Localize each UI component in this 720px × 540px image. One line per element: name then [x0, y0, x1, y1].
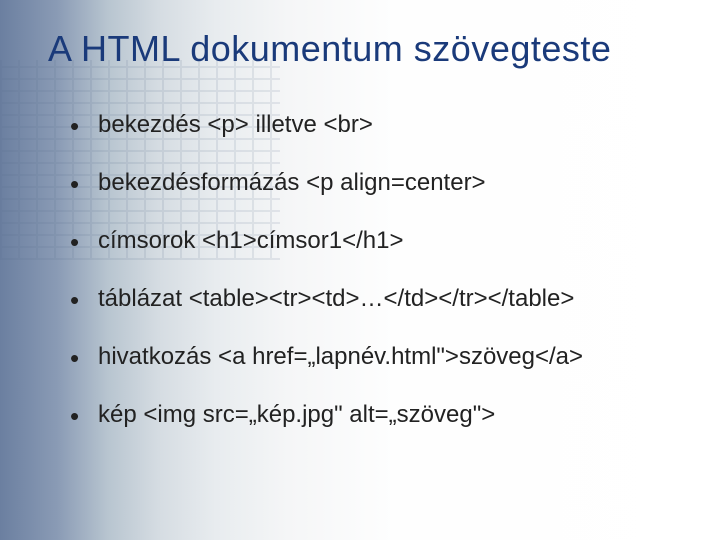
slide-container: A HTML dokumentum szövegteste bekezdés <…: [0, 0, 720, 540]
list-item: címsorok <h1>címsor1</h1>: [70, 226, 690, 256]
slide-title: A HTML dokumentum szövegteste: [48, 28, 690, 70]
list-item: bekezdésformázás <p align=center>: [70, 168, 690, 198]
bullet-list: bekezdés <p> illetve <br> bekezdésformáz…: [48, 110, 690, 430]
list-item: táblázat <table><tr><td>…</td></tr></tab…: [70, 284, 690, 314]
list-item: hivatkozás <a href=„lapnév.html">szöveg<…: [70, 342, 690, 372]
list-item: kép <img src=„kép.jpg" alt=„szöveg">: [70, 400, 690, 430]
list-item: bekezdés <p> illetve <br>: [70, 110, 690, 140]
